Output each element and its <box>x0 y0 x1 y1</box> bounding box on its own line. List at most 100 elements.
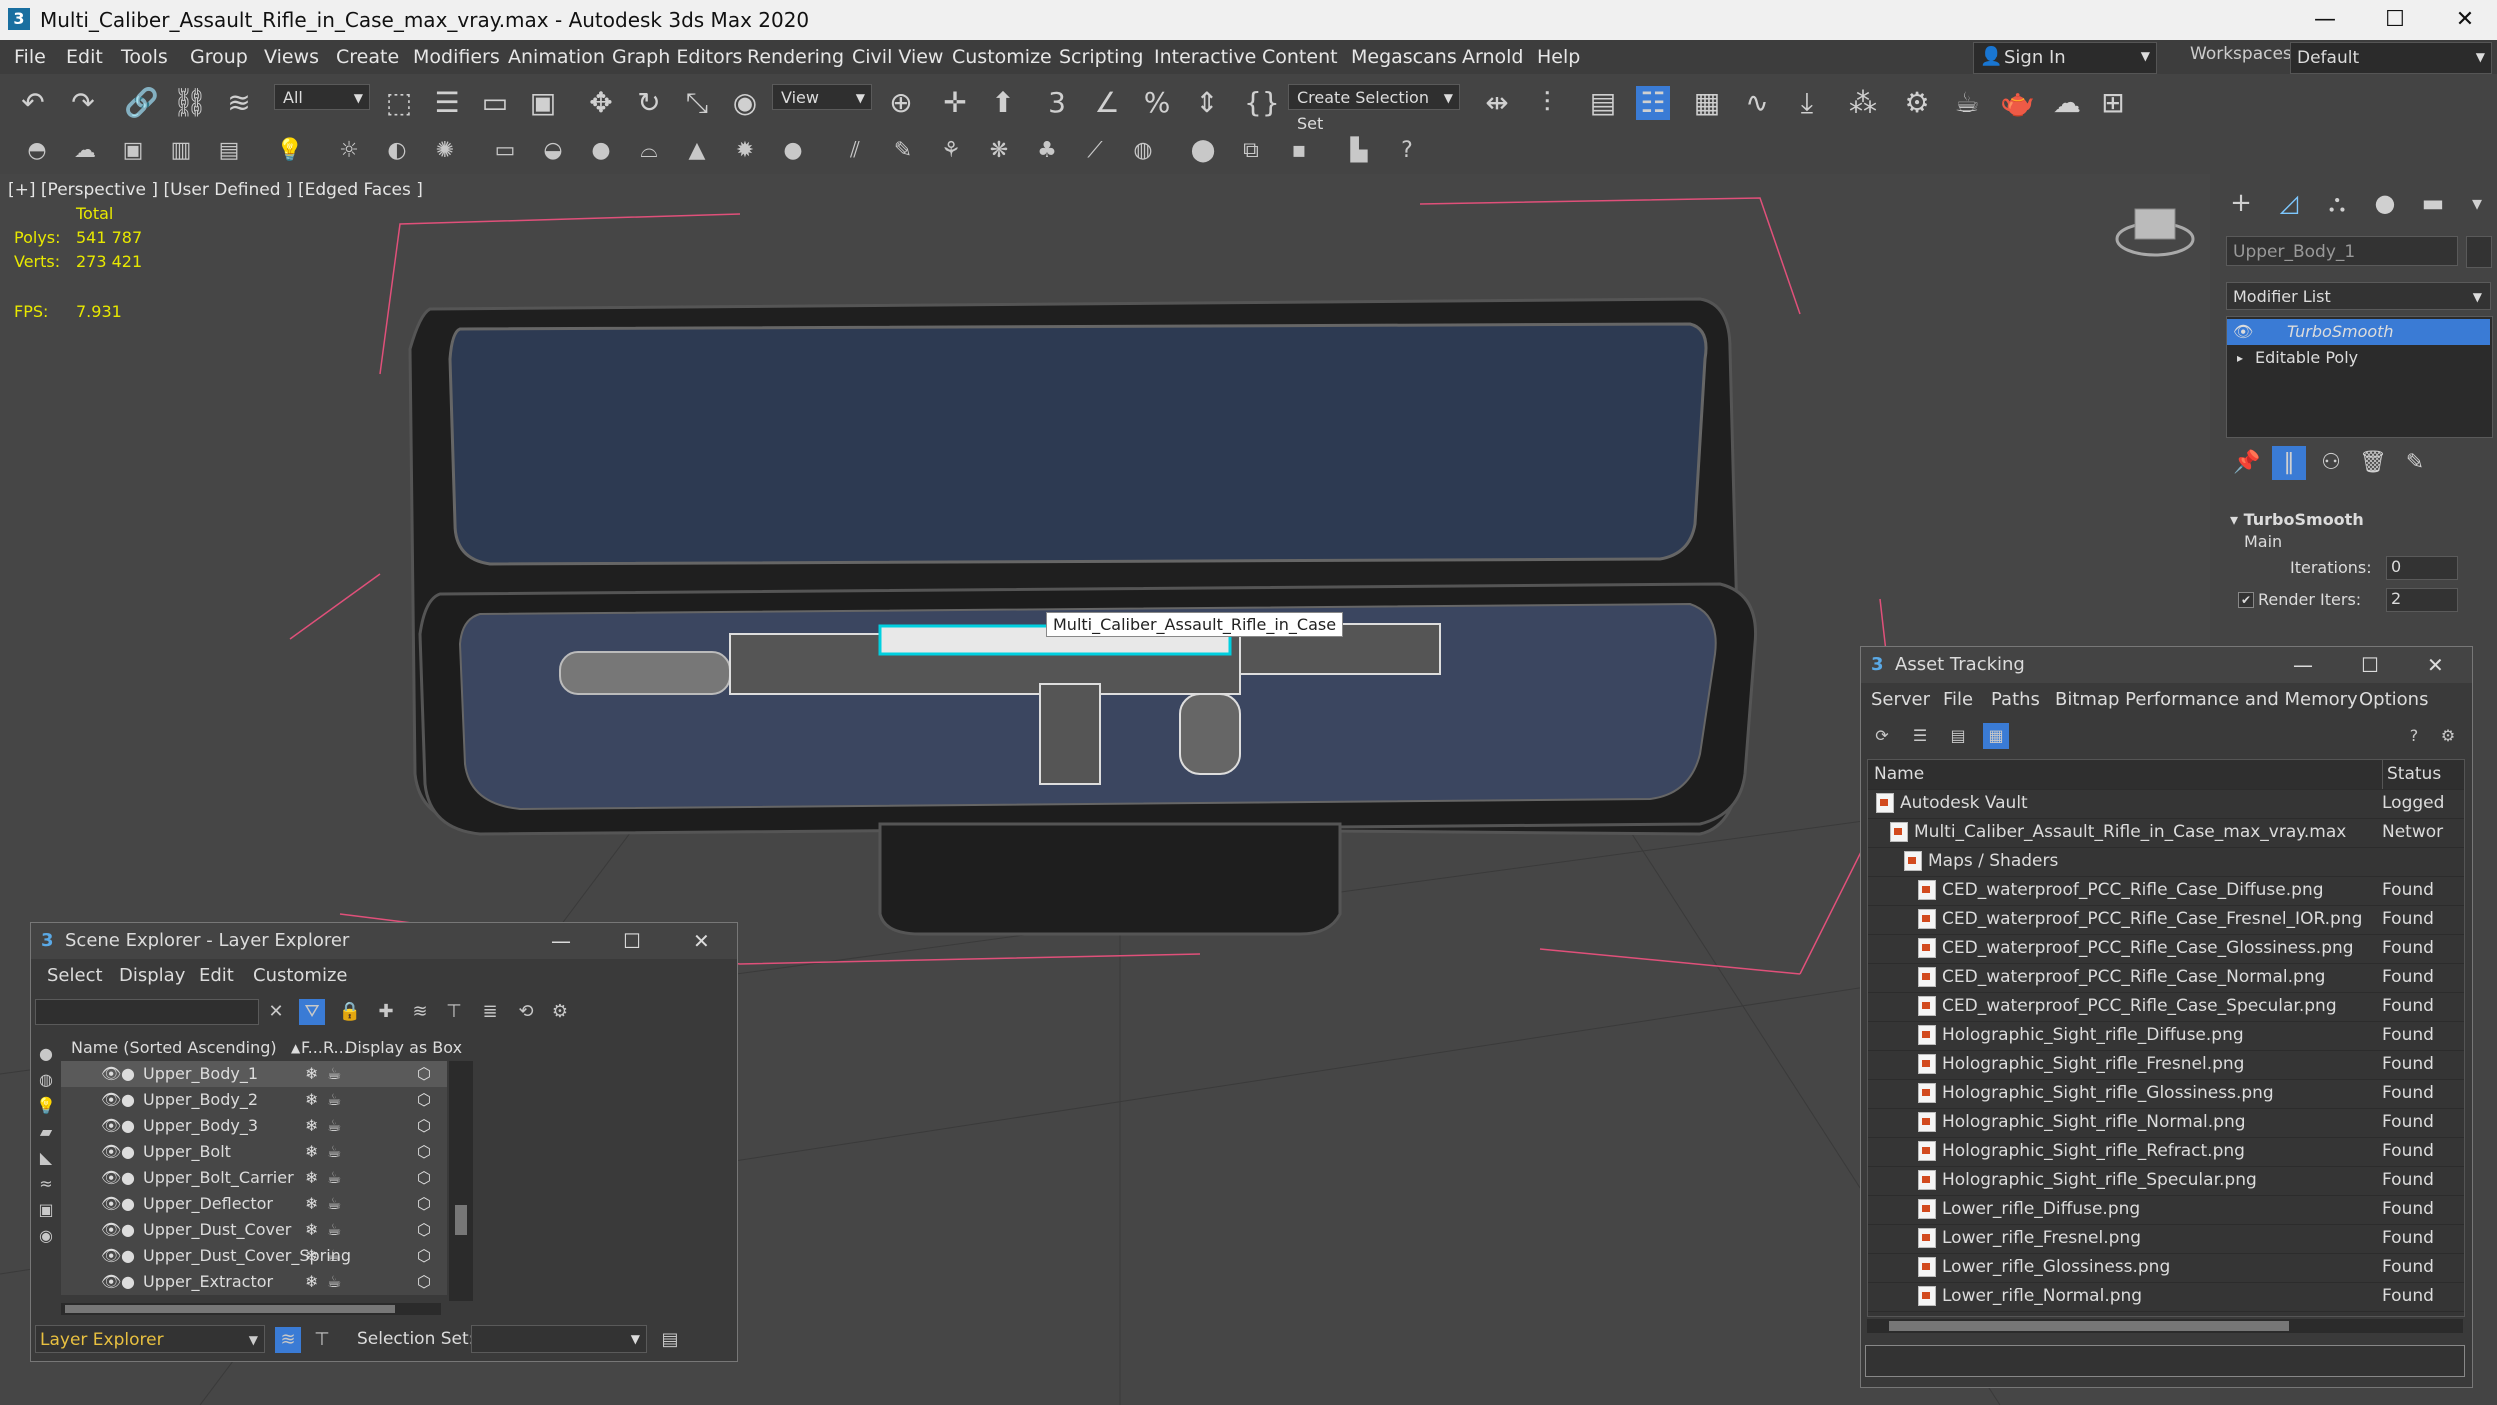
asset-row[interactable]: Lower_rifle_Diffuse.png Found <box>1868 1195 2464 1225</box>
freeze-icon[interactable]: ❄ <box>305 1165 318 1191</box>
rotate-icon[interactable]: ↻ <box>632 86 666 120</box>
menu-options[interactable]: Options <box>2359 689 2428 710</box>
eye-icon[interactable]: 👁 <box>2233 319 2253 345</box>
asset-row[interactable]: Lower_rifle_Normal.png Found <box>1868 1282 2464 1312</box>
viewport-label[interactable]: [+] [Perspective ] [User Defined ] [Edge… <box>8 180 423 200</box>
freeze-icon[interactable]: ❄ <box>305 1061 318 1087</box>
asset-row[interactable]: Multi_Caliber_Assault_Rifle_in_Case_max_… <box>1868 818 2464 848</box>
menu-customize[interactable]: Customize <box>253 965 347 986</box>
configure-modifier-sets-icon[interactable]: ✎ <box>2398 446 2432 480</box>
menu-tools[interactable]: Tools <box>121 46 168 68</box>
menu-interactive[interactable]: Interactive <box>1154 46 1256 68</box>
toggle-layer-explorer-icon[interactable]: ☷ <box>1636 86 1670 120</box>
asset-row[interactable]: CED_waterproof_PCC_Rifle_Case_Glossiness… <box>1868 934 2464 964</box>
unlink-icon[interactable]: ⛓ <box>172 86 208 120</box>
render-production-icon[interactable]: 🫖 <box>2000 86 2035 120</box>
layer-row[interactable]: 👁 ● Upper_Deflector ❄ ☕ ⬡ <box>61 1191 447 1218</box>
display-cameras-icon[interactable]: ▰ <box>33 1119 59 1145</box>
menu-content[interactable]: Content <box>1262 46 1338 68</box>
box-display-icon[interactable]: ⬡ <box>417 1061 431 1087</box>
vray-material-library-icon[interactable]: ◍ <box>1130 138 1156 164</box>
vray-clipper-icon[interactable]: ✎ <box>890 138 916 164</box>
keyboard-shortcut-override-icon[interactable]: ⬆ <box>986 86 1020 120</box>
layer-row[interactable]: 👁 ● Upper_Body_1 ❄ ☕ ⬡ <box>61 1061 447 1088</box>
asset-tracking-titlebar[interactable]: 3 Asset Tracking — ☐ ✕ <box>1861 647 2472 683</box>
close-button[interactable]: ✕ <box>693 923 710 959</box>
freeze-icon[interactable]: ❄ <box>305 1113 318 1139</box>
teapot-render-icon[interactable]: ☕ <box>327 1269 341 1295</box>
toggle-ribbon-icon[interactable]: ▦ <box>1690 86 1724 120</box>
menu-file[interactable]: File <box>1943 689 1973 710</box>
freeze-icon[interactable]: ❄ <box>305 1217 318 1243</box>
eye-icon[interactable]: 👁 <box>101 1217 121 1243</box>
viewcube-icon[interactable] <box>2115 208 2195 257</box>
freeze-icon[interactable]: ❄ <box>305 1087 318 1113</box>
vray-log-icon[interactable]: ▙ <box>1346 138 1372 164</box>
vray-frame-buffer-icon[interactable]: ☁ <box>72 138 98 164</box>
render-dot-icon[interactable]: ● <box>121 1243 135 1269</box>
utilities-tab-icon[interactable]: ▾ <box>2460 186 2494 220</box>
search-input[interactable] <box>35 999 259 1025</box>
curve-editor-icon[interactable]: ∿ <box>1740 86 1774 120</box>
teapot-render-icon[interactable]: ☕ <box>327 1061 341 1087</box>
hierarchy-icon[interactable]: ⊤ <box>441 999 467 1025</box>
maximize-button[interactable]: ☐ <box>2361 647 2379 683</box>
display-none-icon[interactable]: ● <box>33 1041 59 1067</box>
stack-item-editable-poly[interactable]: ▸ Editable Poly <box>2227 345 2490 371</box>
snaps-toggle-icon[interactable]: 3 <box>1040 86 1074 120</box>
vray-sphere-light-icon[interactable]: ◒ <box>540 138 566 164</box>
vray-lights-icon[interactable]: ▤ <box>216 138 242 164</box>
asset-row[interactable]: CED_waterproof_PCC_Rifle_Case_Specular.p… <box>1868 992 2464 1022</box>
display-tab-icon[interactable]: ▬ <box>2416 186 2450 220</box>
close-button[interactable]: ✕ <box>2427 647 2444 683</box>
help-icon[interactable]: ? <box>2401 723 2427 749</box>
select-manipulate-icon[interactable]: ✛ <box>938 86 972 120</box>
lock-icon[interactable]: 🔒 <box>337 999 363 1025</box>
column-status[interactable]: Status <box>2382 760 2464 789</box>
make-unique-icon[interactable]: ⚇ <box>2314 446 2348 480</box>
scale-icon[interactable]: ⤡ <box>680 86 714 120</box>
render-dot-icon[interactable]: ● <box>121 1269 135 1295</box>
eye-icon[interactable]: 👁 <box>101 1165 121 1191</box>
select-object-icon[interactable]: ⬚ <box>382 86 416 120</box>
vray-proxy-icon[interactable]: ⌓ <box>636 138 662 164</box>
filter-icon[interactable]: ⛛ <box>299 999 325 1025</box>
menu-edit[interactable]: Edit <box>199 965 234 986</box>
link-icon[interactable]: 🔗 <box>124 86 159 120</box>
menu-civil-view[interactable]: Civil View <box>852 46 943 68</box>
hierarchy-tab-icon[interactable]: ⛬ <box>2320 186 2354 220</box>
rollout-title[interactable]: ▾ TurboSmooth <box>2230 510 2364 529</box>
selection-set-select[interactable]: ▼ <box>471 1325 647 1353</box>
vray-ambient-icon[interactable]: ● <box>780 138 806 164</box>
asset-row[interactable]: Holographic_Sight_rifle_Normal.png Found <box>1868 1108 2464 1138</box>
box-display-icon[interactable]: ⬡ <box>417 1217 431 1243</box>
motion-tab-icon[interactable]: ● <box>2368 186 2402 220</box>
path-field[interactable] <box>1865 1345 2465 1377</box>
iterations-spinner[interactable]: 0 <box>2386 556 2458 580</box>
render-iters-spinner[interactable]: 2 <box>2386 588 2458 612</box>
render-dot-icon[interactable]: ● <box>121 1139 135 1165</box>
menu-create[interactable]: Create <box>336 46 399 68</box>
reference-coordinate-select[interactable]: View ▼ <box>772 84 872 110</box>
modifier-list-dropdown[interactable]: Modifier List ▼ <box>2226 282 2491 310</box>
render-iters-checkbox[interactable]: ✔ <box>2238 592 2254 608</box>
maximize-button[interactable]: ☐ <box>2360 0 2430 40</box>
explorer-select[interactable]: Layer Explorer ▼ <box>35 1325 265 1353</box>
menu-paths[interactable]: Paths <box>1991 689 2040 710</box>
detail-view-icon[interactable]: ▤ <box>1945 723 1971 749</box>
stack-item-turbosmooth[interactable]: 👁 TurboSmooth <box>2227 319 2490 345</box>
angle-snap-icon[interactable]: ∠ <box>1090 86 1124 120</box>
menu-group[interactable]: Group <box>190 46 248 68</box>
vray-light-lister-icon[interactable]: 💡 <box>276 138 303 164</box>
column-display-as-box[interactable]: Display as Box <box>345 1035 462 1061</box>
teapot-render-icon[interactable]: ☕ <box>327 1243 341 1269</box>
mirror-icon[interactable]: ⇹ <box>1480 86 1514 120</box>
undo-icon[interactable]: ↶ <box>16 86 50 120</box>
teapot-render-icon[interactable]: ☕ <box>327 1087 341 1113</box>
menu-arnold[interactable]: Arnold <box>1462 46 1523 68</box>
display-lights-icon[interactable]: 💡 <box>33 1093 59 1119</box>
redo-icon[interactable]: ↷ <box>66 86 100 120</box>
menu-megascans[interactable]: Megascans <box>1351 46 1457 68</box>
expand-arrow-icon[interactable]: ▸ <box>2237 345 2243 371</box>
maximize-button[interactable]: ☐ <box>623 923 641 959</box>
